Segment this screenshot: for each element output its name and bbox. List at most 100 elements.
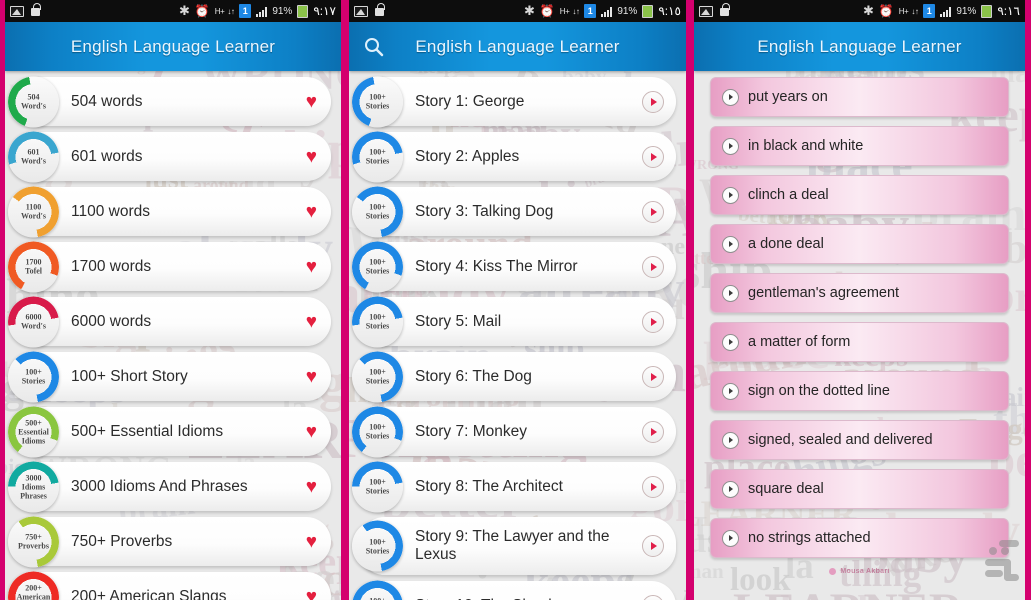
list-item[interactable]: a done deal [710, 224, 1009, 264]
story-list[interactable]: 100+ Stories Story 1: George 100+ Stories Sto… [349, 71, 686, 600]
play-icon[interactable] [722, 480, 739, 498]
list-item[interactable]: 100+ Stories Story 6: The Dog [352, 351, 676, 402]
app-bar-panel2: English Language Learner [349, 22, 686, 71]
page-title: English Language Learner [757, 36, 962, 56]
list-item[interactable]: in black and white [710, 126, 1009, 166]
play-icon[interactable] [722, 333, 739, 351]
play-icon[interactable] [722, 284, 739, 302]
list-item[interactable]: 1100 Word's 1100 words ♥ [8, 186, 331, 237]
badge-top-text: 6000 [25, 312, 42, 322]
play-icon[interactable] [722, 431, 739, 449]
app-bar-panel1: English Language Learner [5, 22, 341, 71]
list-item-label: 100+ Short Story [71, 367, 188, 385]
lock-icon [31, 3, 41, 16]
play-icon[interactable] [722, 382, 739, 400]
list-item-badge: 3000 Idioms Phrases [8, 461, 59, 512]
list-item[interactable]: 100+ Stories Story 4: Kiss The Mirror [352, 241, 676, 292]
play-icon[interactable] [642, 255, 664, 278]
background-word: already [760, 590, 888, 600]
play-icon[interactable] [722, 235, 739, 253]
badge-top-text: 100+ [369, 202, 386, 212]
list-item-label: 200+ American Slangs [71, 587, 227, 600]
list-item-label: Story 6: The Dog [415, 367, 532, 385]
favorite-heart-icon[interactable]: ♥ [306, 532, 317, 551]
list-item[interactable]: 100+ Stories Story 2: Apples [352, 131, 676, 182]
list-item-label: Story 1: George [415, 92, 525, 110]
list-item[interactable]: 100+ Stories Story 5: Mail [352, 296, 676, 347]
list-item[interactable]: no strings attached [710, 518, 1009, 558]
list-item[interactable]: 200+American Slangs200+ American Slangs♥ [8, 571, 331, 600]
favorite-heart-icon[interactable]: ♥ [306, 202, 317, 221]
list-item[interactable]: gentleman's agreement [710, 273, 1009, 313]
list-item[interactable]: put years on [710, 77, 1009, 117]
play-icon[interactable] [642, 365, 664, 388]
badge-top-text: 100+ [369, 597, 386, 600]
badge-top-text: 200+ [25, 583, 42, 592]
badge-bottom-text: Word's [21, 321, 46, 331]
word-list[interactable]: 504 Word's 504 words ♥ 601 Word's 601 words ♥ 11… [5, 71, 341, 600]
badge-bottom-text: Stories [365, 266, 390, 276]
list-item[interactable]: signed, sealed and delivered [710, 420, 1009, 460]
list-item-label: put years on [748, 89, 828, 105]
list-item-label: Story 8: The Architect [415, 477, 563, 495]
list-item-label: clinch a deal [748, 187, 829, 203]
list-item[interactable]: 100+ Stories Story 1: George [352, 76, 676, 127]
play-icon[interactable] [642, 475, 664, 498]
search-icon[interactable] [361, 34, 387, 60]
list-item[interactable]: 100+ Stories Story 3: Talking Dog [352, 186, 676, 237]
credit-watermark: Mousa Akbari [694, 568, 1025, 575]
list-item[interactable]: 1700 Tofel 1700 words ♥ [8, 241, 331, 292]
battery-icon [642, 4, 654, 18]
favorite-heart-icon[interactable]: ♥ [306, 422, 317, 441]
list-item[interactable]: 504 Word's 504 words ♥ [8, 76, 331, 127]
favorite-heart-icon[interactable]: ♥ [306, 147, 317, 166]
favorite-heart-icon[interactable]: ♥ [306, 92, 317, 111]
favorite-heart-icon[interactable]: ♥ [306, 587, 317, 600]
list-item-label: 601 words [71, 147, 143, 165]
idiom-list[interactable]: put years on in black and white clinch a d… [694, 71, 1025, 575]
list-item[interactable]: 750+ Proverbs 750+ Proverbs ♥ [8, 516, 331, 567]
list-item[interactable]: 100+ Stories Story 7: Monkey [352, 406, 676, 457]
play-icon[interactable] [722, 186, 739, 204]
favorite-heart-icon[interactable]: ♥ [306, 257, 317, 276]
play-icon[interactable] [722, 88, 739, 106]
list-item[interactable]: 6000 Word's 6000 words ♥ [8, 296, 331, 347]
list-item-badge: 100+Stories [352, 580, 403, 600]
list-item[interactable]: 601 Word's 601 words ♥ [8, 131, 331, 182]
list-item-badge: 504 Word's [8, 76, 59, 127]
badge-bottom-text: Stories [365, 376, 390, 386]
badge-bottom-text: Stories [21, 376, 46, 386]
list-item[interactable]: clinch a deal [710, 175, 1009, 215]
list-item[interactable]: sign on the dotted line [710, 371, 1009, 411]
play-icon[interactable] [642, 90, 664, 113]
list-item[interactable]: 100+ Stories 100+ Short Story ♥ [8, 351, 331, 402]
list-item-label: in black and white [748, 138, 864, 154]
play-icon[interactable] [642, 535, 664, 557]
list-item[interactable]: 100+ Stories Story 8: The Architect [352, 461, 676, 512]
list-item[interactable]: square deal [710, 469, 1009, 509]
clock-panel2: ٩:١٥ [658, 4, 681, 18]
list-item[interactable]: 3000 Idioms Phrases 3000 Idioms And Phrase… [8, 461, 331, 512]
badge-top-text: 500+ [25, 418, 42, 427]
list-item[interactable]: 500+ Essential Idioms 500+ Essential Idiom… [8, 406, 331, 457]
favorite-heart-icon[interactable]: ♥ [306, 367, 317, 386]
play-icon[interactable] [722, 529, 739, 547]
list-item[interactable]: 100+ Stories Story 9: The Lawyer and the L… [352, 517, 676, 575]
list-item-label: 750+ Proverbs [71, 532, 173, 550]
play-icon[interactable] [642, 420, 664, 443]
badge-top-text: 1100 [25, 202, 42, 212]
play-icon[interactable] [722, 137, 739, 155]
play-icon[interactable] [642, 310, 664, 333]
battery-percent: 91% [956, 5, 977, 17]
favorite-heart-icon[interactable]: ♥ [306, 477, 317, 496]
list-item-label: signed, sealed and delivered [748, 432, 933, 448]
play-icon[interactable] [642, 200, 664, 223]
list-item[interactable]: a matter of form [710, 322, 1009, 362]
list-item-label: a matter of form [748, 334, 851, 350]
play-icon[interactable] [642, 145, 664, 168]
play-icon[interactable] [642, 594, 664, 600]
badge-bottom-text: Idioms Phrases [20, 482, 47, 500]
list-item[interactable]: 100+Stories Story 10: The Shopkeeper [352, 580, 676, 600]
badge-bottom-text: Word's [21, 101, 46, 111]
favorite-heart-icon[interactable]: ♥ [306, 312, 317, 331]
